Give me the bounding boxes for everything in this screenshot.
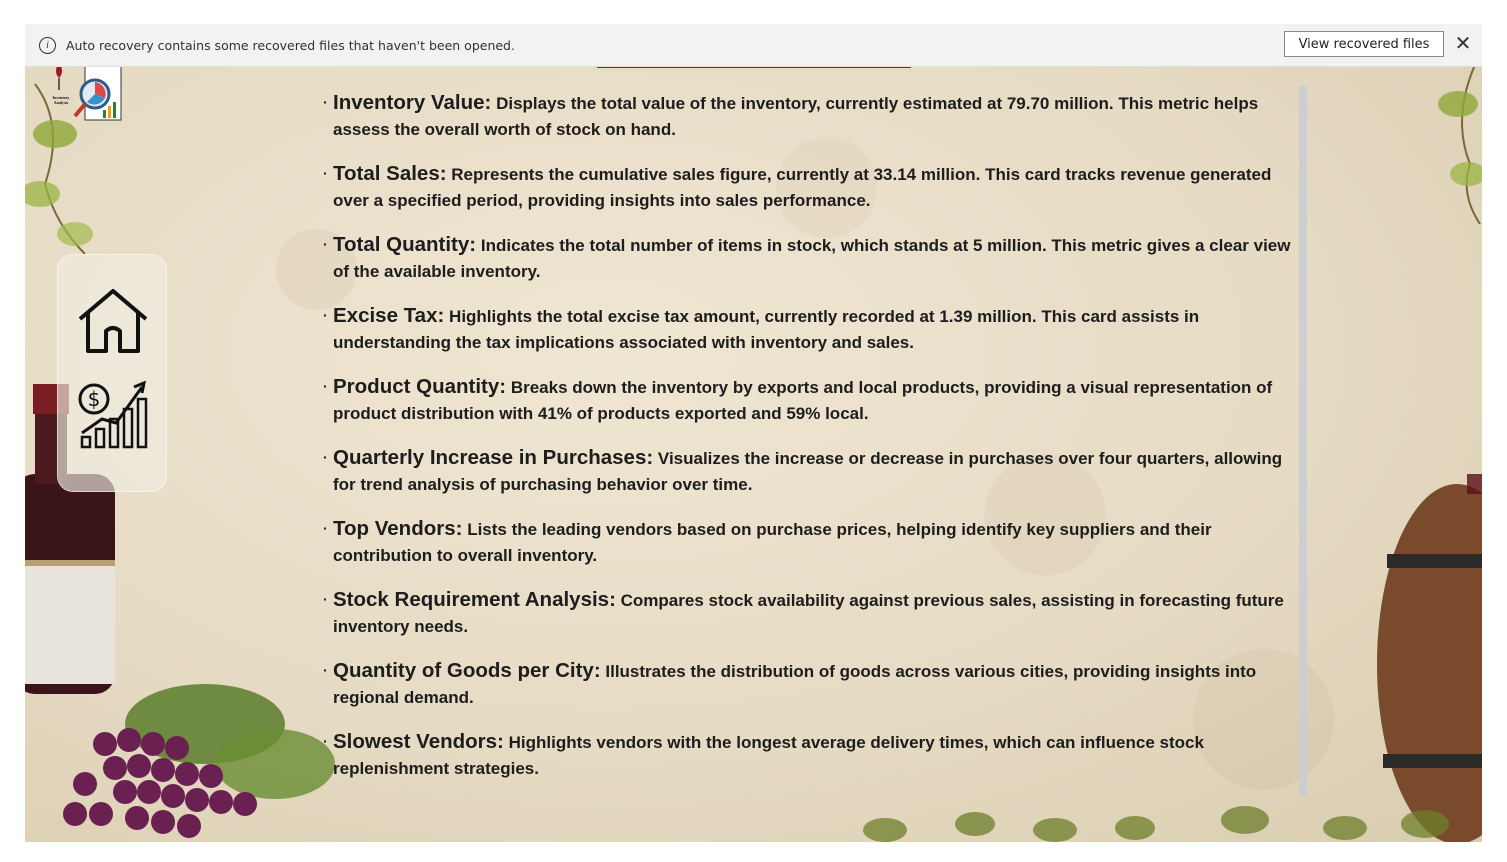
sales-analysis-button[interactable]: $ — [76, 379, 150, 451]
metric-term: Excise Tax: — [333, 304, 445, 327]
metric-term: Quantity of Goods per City: — [333, 659, 601, 682]
inventory-analysis-logo: Inventory Analysis — [53, 62, 122, 121]
home-icon — [78, 289, 148, 353]
bullet-icon: · — [323, 520, 328, 536]
metric-term: Inventory Value: — [333, 91, 492, 114]
vine-leaves-bottom — [863, 806, 1449, 842]
metric-term: Product Quantity: — [333, 375, 507, 398]
metric-description: Highlights the total excise tax amount, … — [333, 307, 1200, 352]
home-button[interactable] — [76, 285, 150, 357]
bullet-icon: · — [323, 307, 328, 323]
metric-term: Slowest Vendors: — [333, 730, 504, 753]
metric-description: Indicates the total number of items in s… — [333, 236, 1291, 281]
metric-list-item: · Excise Tax: Highlights the total excise… — [323, 303, 1303, 356]
metric-term: Total Sales: — [333, 162, 447, 185]
svg-text:$: $ — [88, 387, 101, 411]
metric-list-item: · Quarterly Increase in Purchases: Visual… — [323, 445, 1303, 498]
bullet-icon: · — [323, 591, 328, 607]
metric-list-item: · Total Sales: Represents the cumulative … — [323, 161, 1303, 214]
auto-recovery-notification-bar: i Auto recovery contains some recovered … — [25, 24, 1482, 67]
bullet-icon: · — [323, 236, 328, 252]
metric-list-item: · Total Quantity: Indicates the total num… — [323, 232, 1303, 285]
metrics-description-list: · Inventory Value: Displays the total val… — [323, 90, 1303, 800]
dollar-growth-chart-icon: $ — [78, 380, 148, 449]
metric-description: Lists the leading vendors based on purch… — [333, 520, 1212, 565]
navigation-panel: $ — [57, 254, 167, 492]
info-icon: i — [39, 36, 56, 54]
metric-list-item: · Inventory Value: Displays the total val… — [323, 90, 1303, 143]
bullet-icon: · — [323, 449, 328, 465]
vine-leaves-decoration-right — [1438, 54, 1482, 224]
bullet-icon: · — [323, 662, 328, 678]
metric-list-item: · Quantity of Goods per City: Illustrates… — [323, 658, 1303, 711]
bullet-icon: · — [323, 94, 328, 110]
bullet-icon: · — [323, 378, 328, 394]
logo-text-2: Analysis — [54, 100, 69, 105]
metric-list-item: · Slowest Vendors: Highlights vendors wit… — [323, 729, 1303, 782]
bullet-icon: · — [323, 733, 328, 749]
close-icon[interactable]: ✕ — [1454, 33, 1472, 53]
report-canvas: Inventory Analysis $ · Inventory Value: … — [25, 24, 1482, 842]
view-recovered-files-button[interactable]: View recovered files — [1284, 31, 1444, 57]
grapes-image — [63, 684, 335, 838]
metric-description: Represents the cumulative sales figure, … — [333, 165, 1272, 210]
bullet-icon: · — [323, 165, 328, 181]
metric-term: Top Vendors: — [333, 517, 463, 540]
metric-list-item: · Stock Requirement Analysis: Compares st… — [323, 587, 1303, 640]
notification-message: Auto recovery contains some recovered fi… — [66, 37, 515, 53]
metric-list-item: · Product Quantity: Breaks down the inven… — [323, 374, 1303, 427]
wine-barrel-image — [1377, 474, 1482, 842]
metric-list-item: · Top Vendors: Lists the leading vendors … — [323, 516, 1303, 569]
metric-term: Quarterly Increase in Purchases: — [333, 446, 654, 469]
metric-term: Stock Requirement Analysis: — [333, 588, 616, 611]
metric-term: Total Quantity: — [333, 233, 477, 256]
